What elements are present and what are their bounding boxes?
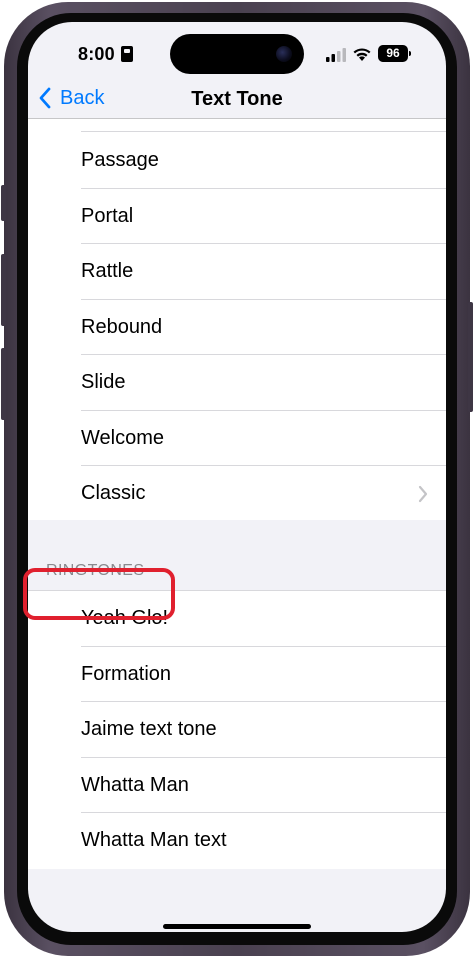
ringtone-label: Whatta Man [81, 773, 189, 796]
ringtone-row-formation[interactable]: Formation [28, 647, 446, 702]
battery-icon: 96 [378, 45, 408, 62]
ringtones-list: Yeah Glo! Formation Jaime text tone What… [28, 590, 446, 869]
tone-row-rattle[interactable]: Rattle [28, 244, 446, 300]
status-time: 8:00 [78, 44, 115, 64]
ringtone-label: Formation [81, 662, 172, 685]
ringtone-row-jaime-text-tone[interactable]: Jaime text tone [28, 702, 446, 758]
tone-row-welcome[interactable]: Welcome [28, 411, 446, 466]
power-button [468, 302, 473, 412]
cellular-signal-icon [326, 48, 346, 62]
tone-label: Classic [81, 482, 146, 504]
tone-label: Portal [81, 204, 134, 227]
volume-down-button [1, 348, 6, 420]
tone-label: Passage [81, 149, 159, 171]
id-card-icon [121, 46, 133, 62]
camera-icon [276, 46, 292, 62]
battery-level: 96 [386, 46, 400, 60]
list-top-separator [81, 131, 446, 132]
navigation-bar: Back Text Tone [28, 78, 446, 118]
ringtone-label: Whatta Man text [81, 829, 227, 851]
tone-label: Rebound [81, 315, 163, 338]
alert-tones-list: Passage Portal Rattle Rebound Slide Welc… [28, 119, 446, 520]
tone-label: Slide [81, 371, 126, 393]
tone-row-rebound[interactable]: Rebound [28, 300, 446, 355]
ringtone-label: Yeah Glo! [81, 607, 169, 629]
ringtone-row-whatta-man[interactable]: Whatta Man [28, 758, 446, 813]
volume-up-button [1, 254, 6, 326]
home-indicator[interactable] [163, 924, 311, 929]
chevron-right-icon [418, 485, 428, 503]
dynamic-island [170, 34, 304, 74]
status-bar: 8:00 96 [28, 22, 446, 86]
section-header-ringtones: RINGTONES [46, 562, 145, 579]
ringtone-row-yeah-glo[interactable]: Yeah Glo! [28, 591, 446, 647]
action-button [1, 185, 6, 221]
wifi-icon [353, 48, 371, 61]
battery-tip [409, 51, 411, 56]
ringtone-label: Jaime text tone [81, 718, 217, 740]
tone-row-classic[interactable]: Classic [28, 466, 446, 522]
screen: 8:00 96 Back Text Tone Passage Portal Ra… [28, 22, 446, 932]
tone-row-portal[interactable]: Portal [28, 189, 446, 244]
tone-label: Rattle [81, 260, 134, 282]
ringtone-row-whatta-man-text[interactable]: Whatta Man text [28, 813, 446, 869]
page-title: Text Tone [191, 88, 283, 110]
tone-label: Welcome [81, 426, 164, 449]
tone-row-passage[interactable]: Passage [28, 133, 446, 189]
tone-row-slide[interactable]: Slide [28, 355, 446, 411]
